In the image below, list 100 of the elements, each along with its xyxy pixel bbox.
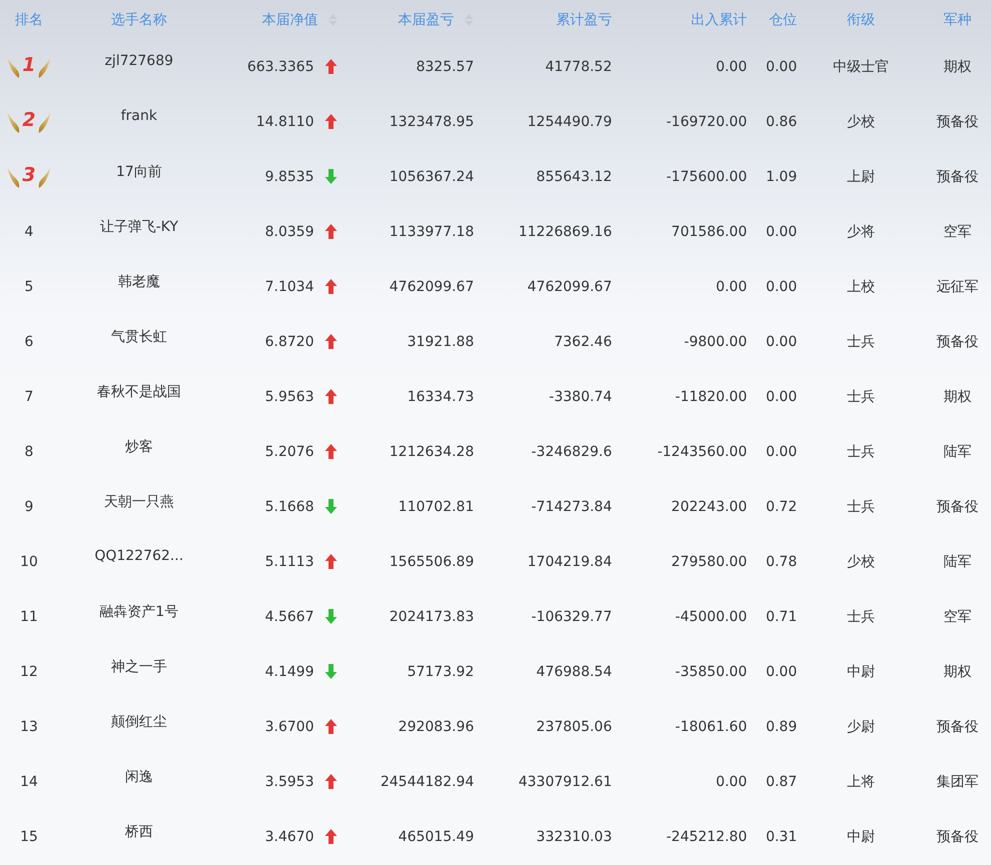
table-cell: 4762099.67 [389,278,474,294]
table-cell: 2024173.83 [389,608,474,624]
table-cell: 0.00 [716,278,747,294]
table-cell: 士兵 [847,332,875,350]
table-cell: 110702.81 [398,498,474,514]
table-cell: 43307912.61 [518,774,612,790]
table-cell: -1243560.00 [657,444,747,460]
table-cell: 292083.96 [398,718,474,734]
rank-number: 14 [20,774,38,790]
column-header: 选手名称 [111,10,167,28]
player-name[interactable]: QQ122762... [94,548,184,564]
table-cell: 11226869.16 [518,224,612,240]
table-cell: 1212634.28 [389,444,474,460]
player-name[interactable]: 融犇资产1号 [100,603,178,621]
table-cell: 8.0359 [265,224,314,240]
table-cell: 0.00 [766,224,797,240]
table-cell: 237805.06 [536,718,612,734]
table-cell: 空军 [944,222,972,240]
table-cell: 预备役 [936,828,978,846]
table-cell: 701586.00 [671,224,747,240]
table-cell: -35850.00 [675,664,747,680]
table-cell: 465015.49 [398,828,474,844]
table-cell: 0.89 [766,718,797,734]
table-cell: 少尉 [847,718,875,736]
table-cell: 陆军 [944,442,972,460]
table-cell: 9.8535 [265,168,314,184]
table-cell: -45000.00 [675,608,747,624]
table-cell: 预备役 [936,498,978,516]
table-cell: 31921.88 [407,334,474,350]
table-cell: 3.5953 [265,774,314,790]
table-cell: 中级士官 [833,58,889,76]
table-cell: 远征军 [936,278,978,296]
table-cell: 少校 [847,552,875,570]
table-cell: 8325.57 [416,58,474,74]
table-cell: 中尉 [847,828,875,846]
table-cell: -714273.84 [531,498,612,514]
rank-number: 5 [24,278,34,294]
player-name[interactable]: 天朝一只燕 [104,493,174,511]
table-cell: 202243.00 [671,498,747,514]
player-name[interactable]: 闲逸 [125,768,153,786]
table-cell: 24544182.94 [380,774,474,790]
table-cell: 少将 [847,222,875,240]
column-header: 军种 [944,10,972,28]
table-cell: 士兵 [847,498,875,516]
table-cell: 0.00 [766,58,797,74]
table-cell: 预备役 [936,332,978,350]
table-cell: 集团军 [936,772,978,790]
table-cell: 期权 [944,662,972,680]
player-name[interactable]: 气贯长虹 [111,328,167,346]
table-cell: 少校 [847,112,875,130]
table-cell: 5.1113 [265,554,314,570]
rank-number: 7 [24,388,34,404]
table-cell: 0.00 [766,664,797,680]
table-cell: 士兵 [847,442,875,460]
table-cell: 332310.03 [536,828,612,844]
rank-number: 8 [24,444,34,460]
table-cell: 14.8110 [256,114,314,130]
player-name[interactable]: 神之一手 [111,658,167,676]
table-cell: 855643.12 [536,168,612,184]
table-cell: 期权 [944,58,972,76]
column-header: 排名 [15,10,43,28]
rank-number: 15 [20,828,38,844]
table-cell: 预备役 [936,718,978,736]
player-name[interactable]: 17向前 [116,163,162,181]
table-cell: 4762099.67 [527,278,612,294]
table-cell: 279580.00 [671,554,747,570]
table-cell: 1254490.79 [527,114,612,130]
table-cell: -175600.00 [666,168,747,184]
rank-number: 12 [20,664,38,680]
table-cell: 3.4670 [265,828,314,844]
player-name[interactable]: 让子弹飞-KY [100,218,178,236]
table-cell: -18061.60 [675,718,747,734]
table-cell: 0.00 [766,444,797,460]
rank-number: 10 [20,554,38,570]
player-name[interactable]: 桥西 [125,823,153,841]
table-cell: 41778.52 [545,58,612,74]
table-cell: 5.9563 [265,388,314,404]
rank-number: 3 [22,164,36,186]
table-cell: 0.86 [766,114,797,130]
table-cell: 5.1668 [265,498,314,514]
table-cell: 士兵 [847,388,875,406]
player-name[interactable]: zjl727689 [104,53,174,69]
table-cell: 4.1499 [265,664,314,680]
table-cell: 士兵 [847,608,875,626]
player-name[interactable]: 韩老魔 [118,273,160,291]
table-cell: 16334.73 [407,388,474,404]
table-cell: -106329.77 [531,608,612,624]
table-cell: 上校 [847,278,875,296]
table-cell: 0.87 [766,774,797,790]
player-name[interactable]: frank [120,108,158,124]
player-name[interactable]: 颠倒红尘 [111,713,167,731]
player-name[interactable]: 春秋不是战国 [97,383,181,401]
player-name[interactable]: 炒客 [125,438,153,456]
table-cell: 7362.46 [554,334,612,350]
table-cell: 0.00 [766,334,797,350]
table-cell: 663.3365 [247,58,314,74]
table-cell: -3246829.6 [531,444,612,460]
table-cell: 1056367.24 [389,168,474,184]
table-cell: 1565506.89 [389,554,474,570]
rank-number: 6 [24,334,34,350]
